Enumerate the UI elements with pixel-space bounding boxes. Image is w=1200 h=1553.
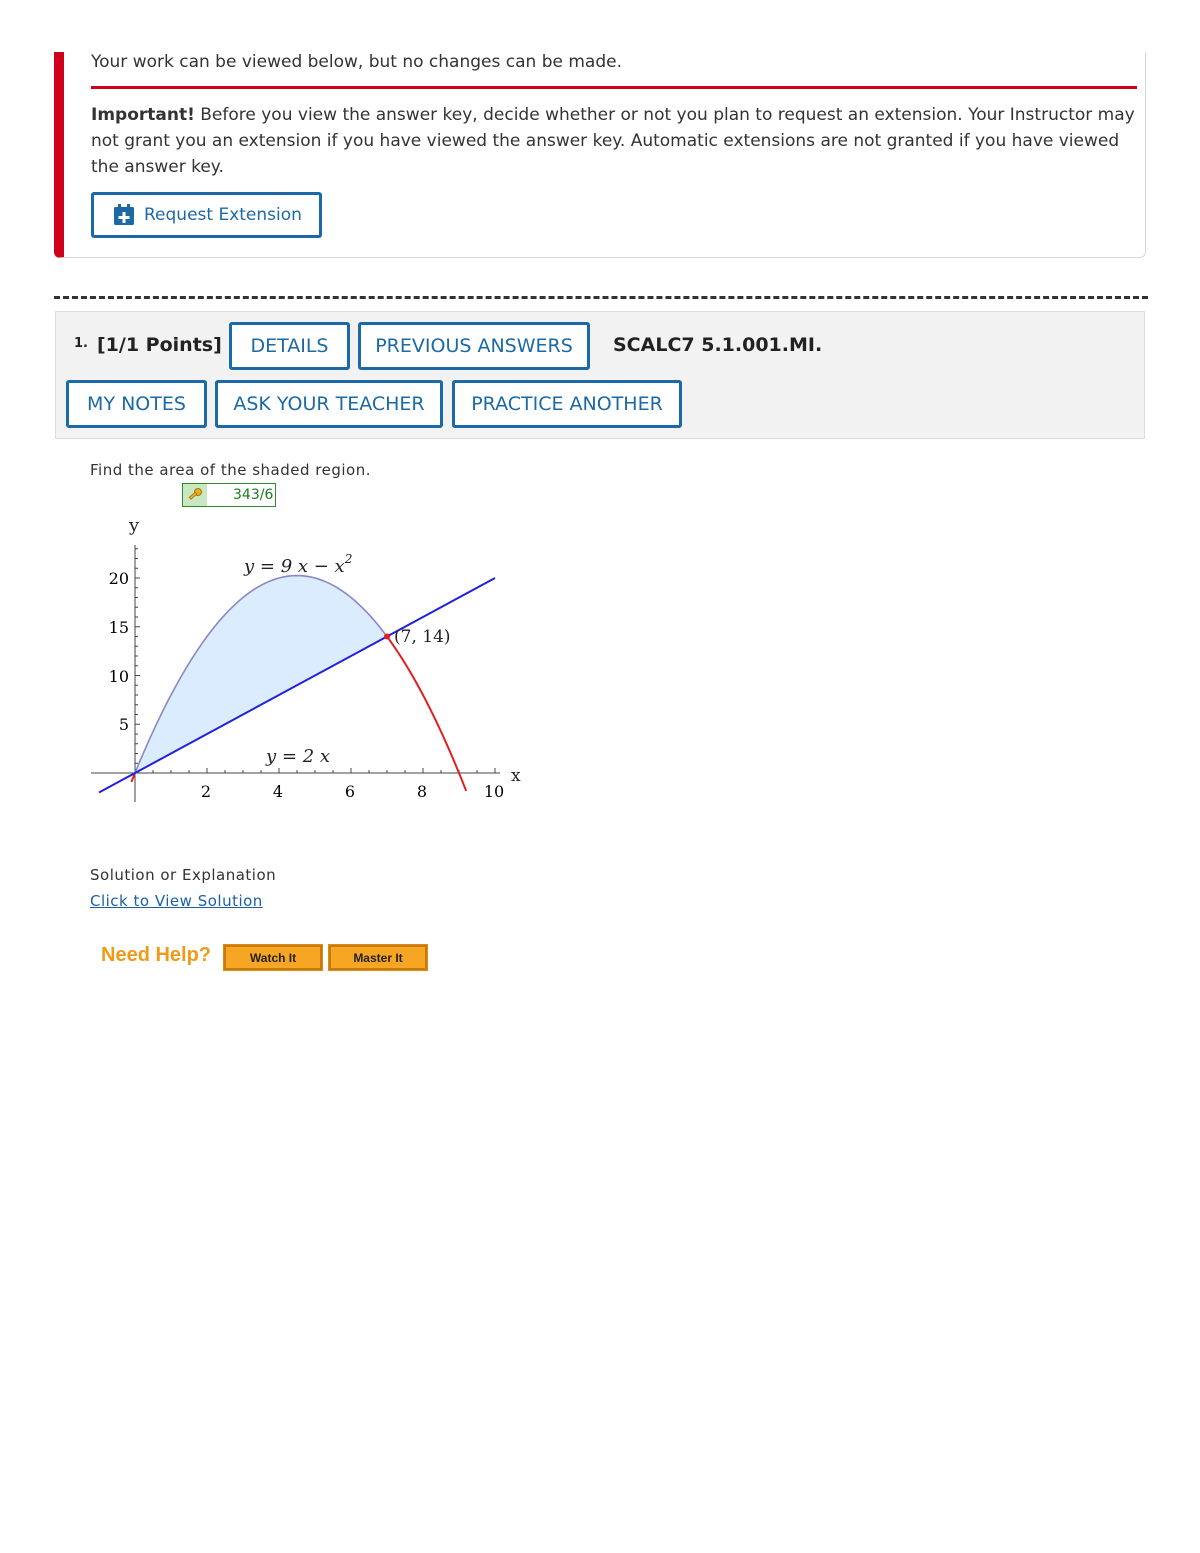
x-axis-label: x [511, 766, 521, 786]
read-only-message: Your work can be viewed below, but no ch… [91, 52, 622, 72]
extension-alert: Your work can be viewed below, but no ch… [54, 52, 1146, 258]
question-prompt: Find the area of the shaded region. [90, 461, 371, 479]
x-tick-8: 8 [417, 782, 427, 801]
request-extension-button[interactable]: Request Extension [91, 192, 322, 238]
section-divider [54, 296, 1148, 299]
important-notice: Important! Before you view the answer ke… [91, 102, 1141, 180]
x-tick-2: 2 [201, 782, 211, 801]
details-button[interactable]: DETAILS [229, 322, 350, 370]
key-icon [183, 484, 207, 506]
x-tick-6: 6 [345, 782, 355, 801]
parabola-label: y = 9 x − x2 [243, 552, 352, 577]
answer-value: 343/6 [233, 487, 274, 503]
question-number: 1. [74, 336, 88, 351]
area-graph: y x 2 4 6 8 10 5 10 15 20 y = 9 x − x2 y… [91, 515, 521, 802]
alert-divider [91, 86, 1137, 89]
view-solution-link[interactable]: Click to View Solution [90, 892, 263, 910]
request-extension-label: Request Extension [144, 205, 302, 225]
my-notes-button[interactable]: MY NOTES [66, 380, 207, 428]
solution-label: Solution or Explanation [90, 866, 277, 884]
y-tick-15: 15 [109, 618, 129, 637]
practice-another-button[interactable]: PRACTICE ANOTHER [452, 380, 682, 428]
master-it-button[interactable]: Master It [328, 944, 428, 971]
x-tick-10: 10 [484, 782, 504, 801]
calendar-plus-icon [114, 204, 134, 225]
line-label: y = 2 x [265, 746, 330, 767]
previous-answers-button[interactable]: PREVIOUS ANSWERS [358, 322, 590, 370]
intersection-point [384, 633, 390, 640]
ask-your-teacher-button[interactable]: ASK YOUR TEACHER [215, 380, 443, 428]
y-tick-5: 5 [119, 715, 129, 734]
x-tick-4: 4 [273, 782, 283, 801]
y-axis-label: y [128, 515, 140, 536]
shaded-region [135, 575, 387, 773]
need-help-label: Need Help? [101, 944, 212, 966]
question-header: 1. [1/1 Points] DETAILS PREVIOUS ANSWERS… [55, 311, 1145, 439]
y-tick-10: 10 [109, 667, 129, 686]
important-text: Before you view the answer key, decide w… [91, 105, 1135, 177]
important-label: Important! [91, 105, 195, 125]
question-points: [1/1 Points] [97, 334, 222, 356]
watch-it-button[interactable]: Watch It [223, 944, 323, 971]
intersection-label: (7, 14) [394, 627, 451, 647]
answer-field: 343/6 [182, 483, 276, 507]
y-tick-20: 20 [109, 569, 129, 588]
question-source: SCALC7 5.1.001.MI. [613, 334, 823, 356]
